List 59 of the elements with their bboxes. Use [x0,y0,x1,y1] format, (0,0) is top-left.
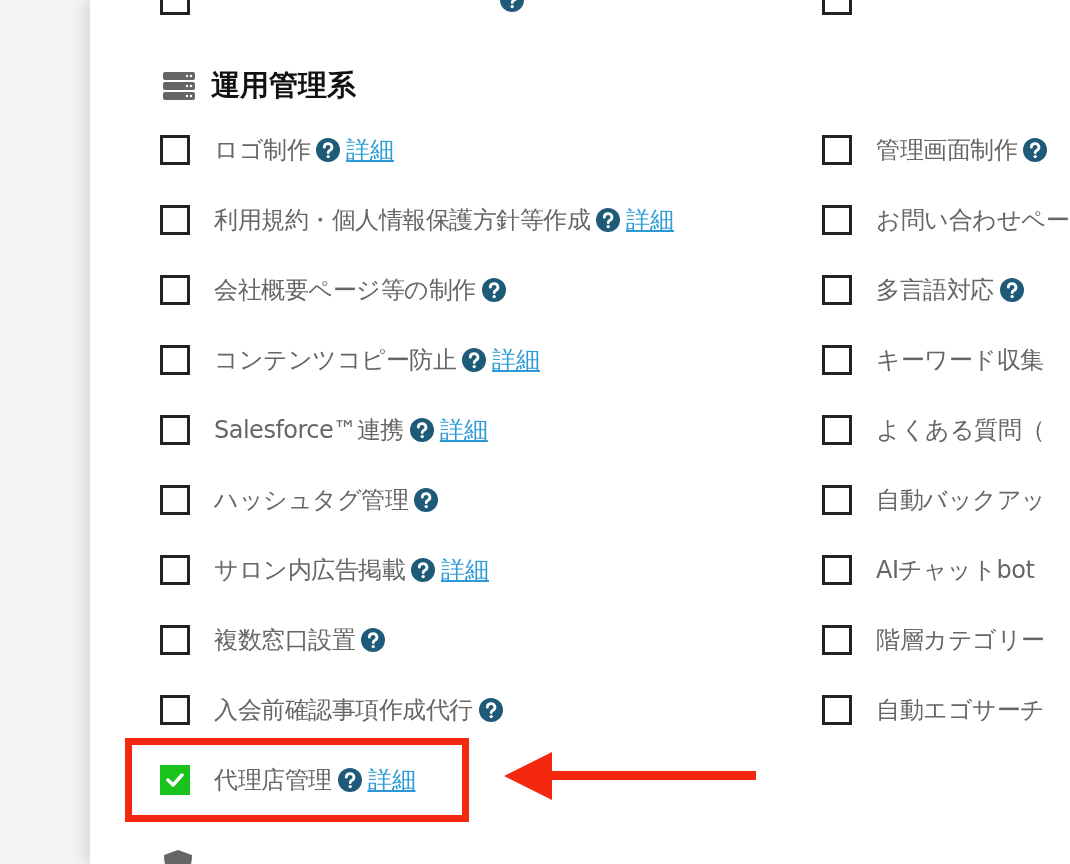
help-icon[interactable] [462,348,486,372]
details-link[interactable]: 詳細 [439,414,488,446]
help-icon[interactable] [999,278,1024,302]
option-label: よくある質問（ [876,415,1045,446]
details-link[interactable]: 詳細 [492,344,540,376]
option-label: Salesforce™連携 [214,415,404,446]
option-label: AIチャットbot [876,555,1035,586]
option-label: 多言語対応 [876,275,994,306]
details-link[interactable]: 詳細 [626,204,674,236]
option-label: 複数窓口設置 [214,625,355,656]
check-icon [166,773,184,787]
option-label: 代理店管理 [214,765,332,796]
checkbox[interactable] [822,625,852,655]
checkbox[interactable] [160,415,190,445]
option-label: お問い合わせペー [876,205,1069,236]
checkbox[interactable] [160,205,190,235]
checkbox[interactable] [822,345,852,375]
option-label: ハッシュタグ管理 [214,485,408,516]
checkbox[interactable] [160,695,190,725]
help-icon[interactable] [316,138,340,162]
checkbox[interactable] [822,135,852,165]
help-icon[interactable] [596,208,620,232]
help-icon[interactable] [414,488,438,512]
details-link[interactable]: 詳細 [346,134,394,166]
section-heading: 運用管理系 [211,67,356,104]
option-label: コンテンツコピー防止 [214,345,456,376]
option-label: 入会前確認事項作成代行 [214,695,473,726]
option-label: 会社概要ページ等の制作 [214,275,476,306]
server-icon [163,72,195,100]
help-icon[interactable] [481,278,506,302]
option-label: サロン内広告掲載 [214,555,405,586]
help-icon[interactable] [409,418,434,442]
checkbox[interactable] [822,275,852,305]
checkbox[interactable] [160,135,190,165]
help-icon[interactable] [337,768,362,792]
checkbox[interactable] [822,555,852,585]
checkbox[interactable] [822,415,852,445]
checkbox[interactable] [160,555,190,585]
help-icon[interactable] [361,628,385,652]
checkbox[interactable] [822,695,852,725]
checkbox[interactable] [822,205,852,235]
checkbox[interactable] [160,275,190,305]
option-label: 利用規約・個人情報保護方針等作成 [214,205,590,236]
option-label: 階層カテゴリー [876,625,1045,656]
checkbox[interactable] [160,345,190,375]
checkbox[interactable] [822,485,852,515]
details-link[interactable]: 詳細 [441,554,489,586]
checkbox[interactable] [160,625,190,655]
help-icon[interactable] [1023,138,1047,162]
option-label: 管理画面制作 [876,135,1017,166]
option-label: ロゴ制作 [214,135,310,166]
help-icon[interactable] [411,558,435,582]
checkbox[interactable] [160,485,190,515]
details-link[interactable]: 詳細 [367,764,416,796]
option-label: キーワード収集 [876,345,1044,376]
help-icon[interactable] [478,698,503,722]
option-label: 自動バックアッ [876,485,1046,516]
checkbox[interactable] [160,765,190,795]
option-label: 自動エゴサーチ [876,695,1045,726]
